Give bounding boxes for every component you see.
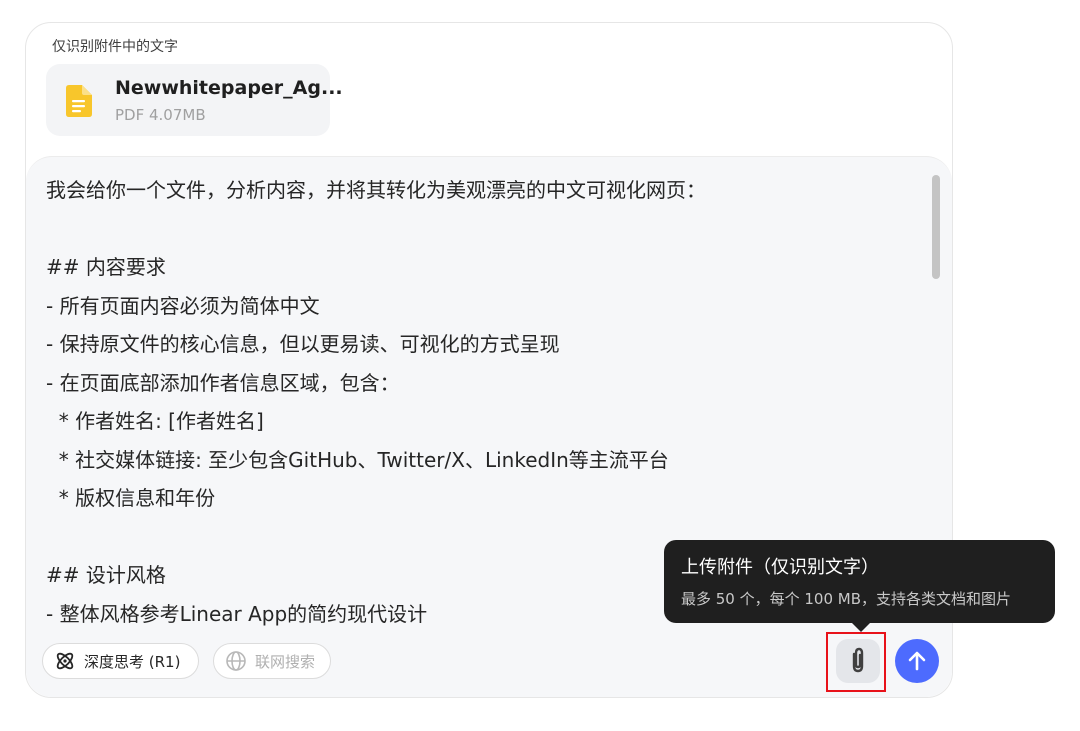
- scrollbar-thumb[interactable]: [932, 175, 940, 279]
- file-meta: PDF 4.07MB: [115, 106, 206, 124]
- attachment-hint: 仅识别附件中的文字: [52, 39, 178, 55]
- file-name: Newwhitepaper_Ag...: [115, 77, 343, 99]
- tooltip-title: 上传附件（仅识别文字）: [681, 557, 879, 578]
- tooltip-arrow: [852, 623, 870, 632]
- deep-think-toggle[interactable]: 深度思考 (R1): [42, 643, 199, 679]
- arrow-up-icon: [908, 651, 926, 671]
- web-search-label: 联网搜索: [255, 652, 316, 671]
- attached-file-chip[interactable]: Newwhitepaper_Ag... PDF 4.07MB: [46, 64, 343, 136]
- web-search-toggle[interactable]: 联网搜索: [213, 643, 331, 679]
- globe-icon: [226, 651, 246, 671]
- attach-tooltip: 上传附件（仅识别文字） 最多 50 个，每个 100 MB，支持各类文档和图片: [664, 540, 1055, 632]
- highlight-annotation: [826, 632, 886, 692]
- deep-think-label: 深度思考 (R1): [84, 652, 181, 671]
- send-button[interactable]: [895, 639, 939, 683]
- document-icon: [66, 85, 92, 117]
- tooltip-description: 最多 50 个，每个 100 MB，支持各类文档和图片: [681, 590, 1012, 608]
- atom-icon: [56, 652, 74, 670]
